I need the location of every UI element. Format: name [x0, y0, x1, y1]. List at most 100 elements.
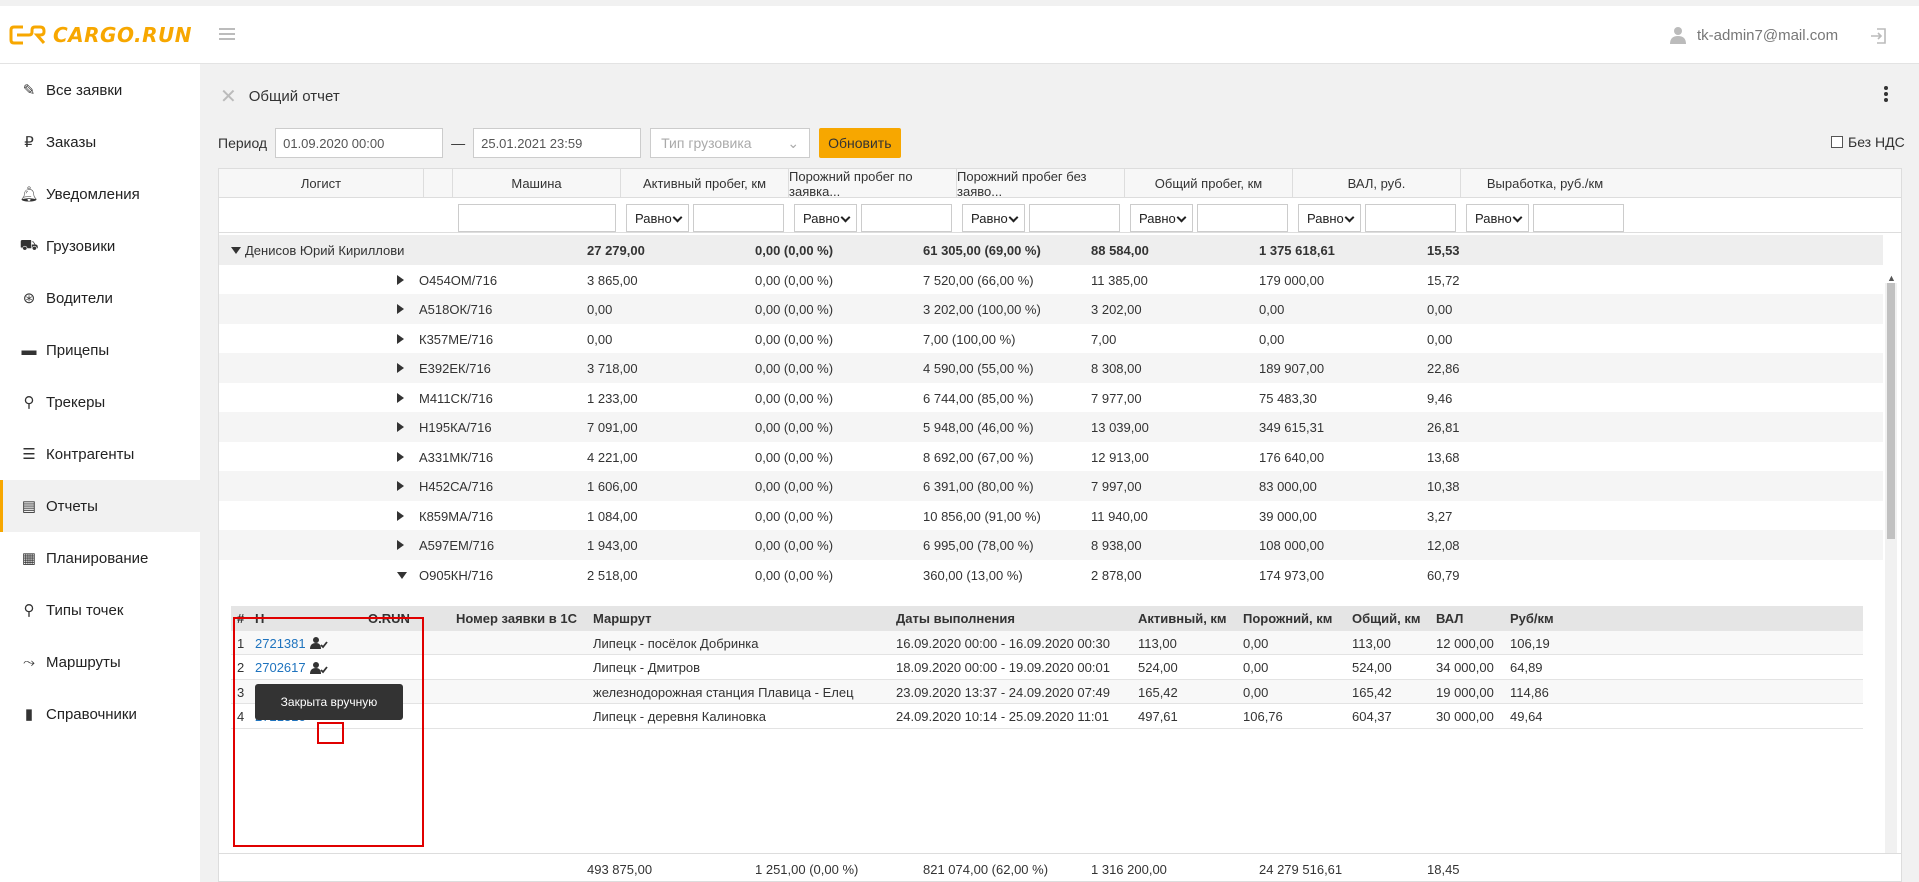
- highlight-annotation-icon: [317, 722, 344, 744]
- row-toggle[interactable]: [397, 442, 404, 472]
- car-filter-input[interactable]: [458, 204, 616, 232]
- sidebar-item-point-types[interactable]: ⚲ Типы точек: [0, 584, 200, 636]
- vehicle-row[interactable]: А518ОК/716 0,00 0,00 (0,00 %) 3 202,00 (100…: [219, 294, 1883, 324]
- column-header[interactable]: Общий пробег, км: [1125, 169, 1293, 198]
- vehicle-row[interactable]: К859МА/716 1 084,00 0,00 (0,00 %) 10 856,00…: [219, 501, 1883, 531]
- vehicle-row[interactable]: О454ОМ/716 3 865,00 0,00 (0,00 %) 7 520,00 …: [219, 265, 1883, 295]
- expand-caret-icon[interactable]: [397, 363, 404, 373]
- collapse-caret-icon[interactable]: [231, 246, 241, 254]
- column-header[interactable]: Логист: [219, 169, 424, 198]
- vehicle-row[interactable]: О905КН/716 2 518,00 0,00 (0,00 %) 360,00 (1…: [219, 560, 1883, 590]
- more-options-icon[interactable]: [1884, 86, 1890, 104]
- column-header[interactable]: Порожний пробег без заяво...: [957, 169, 1125, 199]
- expand-caret-icon[interactable]: [397, 334, 404, 344]
- column-header[interactable]: ВАЛ, руб.: [1293, 169, 1461, 198]
- value-filter-input[interactable]: [1197, 204, 1288, 232]
- no-vat-toggle[interactable]: Без НДС: [1831, 134, 1905, 150]
- vehicle-row[interactable]: Н195КА/716 7 091,00 0,00 (0,00 %) 5 948,00 …: [219, 412, 1883, 442]
- sidebar-item-label: Водители: [46, 289, 113, 307]
- row-toggle[interactable]: [397, 560, 407, 590]
- column-header[interactable]: Активный пробег, км: [621, 169, 789, 198]
- truck-type-select[interactable]: Тип грузовика ⌄: [650, 128, 811, 158]
- value-filter-input[interactable]: [1029, 204, 1120, 232]
- menu-toggle-icon[interactable]: [219, 28, 235, 41]
- sidebar-item-label: Маршруты: [46, 653, 121, 671]
- operator-select[interactable]: Равно: [1298, 204, 1361, 232]
- vehicle-row[interactable]: Е392ЕК/716 3 718,00 0,00 (0,00 %) 4 590,00 …: [219, 353, 1883, 383]
- logist-name: Денисов Юрий Кириллови: [245, 242, 405, 258]
- date-from-input[interactable]: 01.09.2020 00:00: [275, 128, 444, 158]
- refresh-button[interactable]: Обновить: [819, 128, 901, 158]
- operator-select[interactable]: Равно: [1466, 204, 1529, 232]
- sidebar-item-reports[interactable]: ▤ Отчеты: [0, 480, 200, 532]
- vertical-scrollbar[interactable]: ▲ ▼: [1885, 273, 1897, 881]
- expand-caret-icon[interactable]: [397, 304, 404, 314]
- scrollbar-thumb[interactable]: [1887, 283, 1895, 539]
- collapse-caret-icon[interactable]: [397, 571, 407, 579]
- expand-caret-icon[interactable]: [397, 452, 404, 462]
- sidebar-item-orders[interactable]: ₽ Заказы: [0, 116, 200, 168]
- vehicle-row[interactable]: Н452СА/716 1 606,00 0,00 (0,00 %) 6 391,00 …: [219, 471, 1883, 501]
- expand-caret-icon[interactable]: [397, 481, 404, 491]
- column-header: Руб/км: [1510, 611, 1554, 626]
- cell-active: 1 943,00: [587, 537, 638, 553]
- expand-caret-icon[interactable]: [397, 511, 404, 521]
- row-toggle[interactable]: [397, 324, 404, 354]
- column-header[interactable]: Выработка, руб./км: [1461, 169, 1629, 198]
- sidebar-item-directories[interactable]: ▮ Справочники: [0, 688, 200, 740]
- vehicle-row[interactable]: А597ЕМ/716 1 943,00 0,00 (0,00 %) 6 995,00 …: [219, 530, 1883, 560]
- sidebar-item-trailers[interactable]: ▬ Прицепы: [0, 324, 200, 376]
- sidebar-item-routes[interactable]: ⤳ Маршруты: [0, 636, 200, 688]
- sidebar-item-notifications[interactable]: 🔔︎ Уведомления: [0, 168, 200, 220]
- detail-header: # Н O.RUN Номер заявки в 1С Маршрут Даты…: [231, 606, 1863, 631]
- vehicle-row[interactable]: К357МЕ/716 0,00 0,00 (0,00 %) 7,00 (100,00 …: [219, 324, 1883, 354]
- vehicle-row[interactable]: А331МК/716 4 221,00 0,00 (0,00 %) 8 692,00 …: [219, 442, 1883, 472]
- sidebar-item-drivers[interactable]: ⊛ Водители: [0, 272, 200, 324]
- expand-caret-icon[interactable]: [397, 393, 404, 403]
- group-row[interactable]: Денисов Юрий Кириллови 27 279,00 0,00 (0,0…: [219, 235, 1883, 265]
- group-cell-active: 27 279,00: [587, 242, 645, 258]
- sidebar-item-all-requests[interactable]: ✎ Все заявки: [0, 64, 200, 116]
- user-menu[interactable]: tk-admin7@mail.com: [1669, 26, 1838, 44]
- sidebar-item-trucks[interactable]: ⛟ Грузовики: [0, 220, 200, 272]
- expand-caret-icon[interactable]: [397, 275, 404, 285]
- vehicle-row[interactable]: М411СК/716 1 233,00 0,00 (0,00 %) 6 744,00 …: [219, 383, 1883, 413]
- value-filter-input[interactable]: [861, 204, 952, 232]
- operator-select[interactable]: Равно: [794, 204, 857, 232]
- logout-icon[interactable]: [1869, 26, 1889, 46]
- value-filter-input[interactable]: [1533, 204, 1624, 232]
- sidebar-item-counterparties[interactable]: ☰ Контрагенты: [0, 428, 200, 480]
- cell-empty_wo: 7 520,00 (66,00 %): [923, 272, 1034, 288]
- value-filter-input[interactable]: [1365, 204, 1456, 232]
- no-vat-checkbox[interactable]: [1831, 136, 1843, 148]
- row-toggle[interactable]: [397, 501, 404, 531]
- map-pin-icon: ⚲: [23, 602, 35, 619]
- operator-select[interactable]: Равно: [962, 204, 1025, 232]
- expand-caret-icon[interactable]: [397, 422, 404, 432]
- sidebar-item-trackers[interactable]: ⚲ Трекеры: [0, 376, 200, 428]
- row-toggle[interactable]: [397, 294, 404, 324]
- operator-select[interactable]: Равно: [626, 204, 689, 232]
- brand-logo[interactable]: CARGO.RUN: [9, 22, 192, 48]
- date-to-input[interactable]: 25.01.2021 23:59: [473, 128, 642, 158]
- sidebar-item-label: Заказы: [46, 133, 97, 151]
- operator-select[interactable]: Равно: [1130, 204, 1193, 232]
- column-header[interactable]: Машина: [453, 169, 621, 198]
- row-toggle[interactable]: [397, 353, 404, 383]
- column-header[interactable]: Порожний пробег по заявка...: [789, 169, 957, 199]
- row-toggle[interactable]: [397, 412, 404, 442]
- scroll-up-icon[interactable]: ▲: [1887, 273, 1896, 283]
- vehicle-plate: Н195КА/716: [419, 419, 492, 435]
- row-toggle[interactable]: [397, 383, 404, 413]
- row-toggle[interactable]: [397, 471, 404, 501]
- value-filter-input[interactable]: [693, 204, 784, 232]
- edit-icon: ✎: [22, 82, 36, 99]
- group-toggle[interactable]: [231, 235, 241, 265]
- close-icon[interactable]: ✕: [220, 84, 237, 109]
- row-toggle[interactable]: [397, 265, 404, 295]
- column-header: Активный, км: [1138, 611, 1227, 626]
- row-toggle[interactable]: [397, 530, 404, 560]
- report-header: ✕ Общий отчет: [220, 84, 340, 109]
- sidebar-item-planning[interactable]: ▦ Планирование: [0, 532, 200, 584]
- expand-caret-icon[interactable]: [397, 540, 404, 550]
